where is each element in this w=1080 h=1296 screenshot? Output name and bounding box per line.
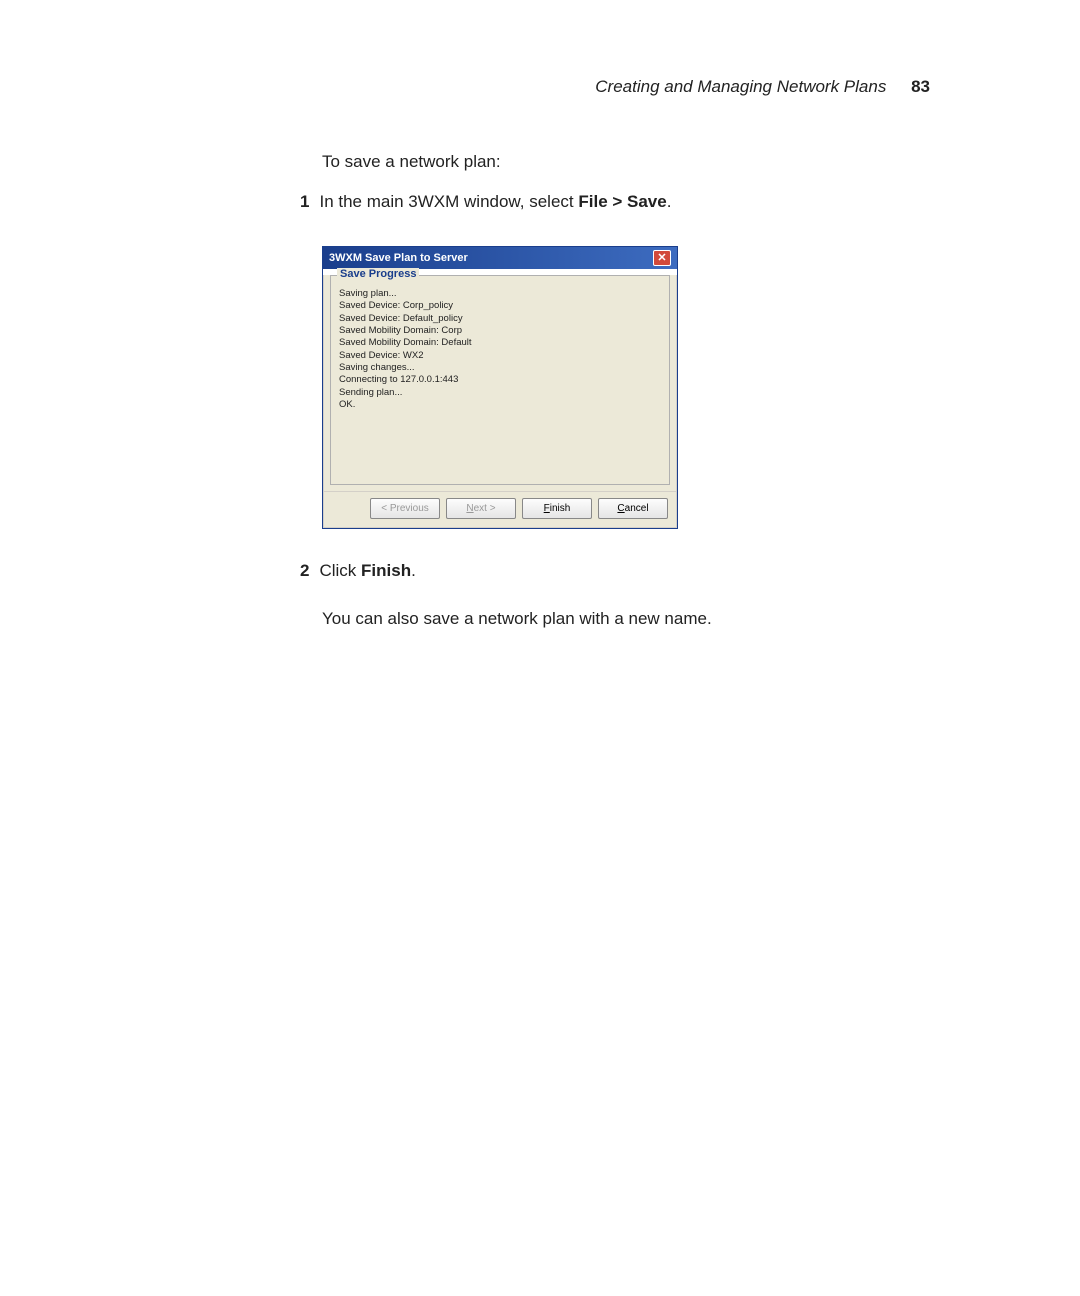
step-1: 1 In the main 3WXM window, select File >… [322,192,922,212]
log-line: Saved Mobility Domain: Default [339,337,661,349]
previous-button: < Previous [370,498,440,519]
save-plan-dialog: 3WXM Save Plan to Server ✕ Save Progress… [322,246,678,529]
followup-text: You can also save a network plan with a … [322,609,922,629]
log-line: Saved Mobility Domain: Corp [339,325,661,337]
progress-log: Saving plan... Saved Device: Corp_policy… [339,288,661,411]
dialog-body: Save Progress Saving plan... Saved Devic… [323,275,677,528]
log-line: Saving plan... [339,288,661,300]
step-2-suffix: . [411,561,416,580]
step-1-prefix: In the main 3WXM window, select [319,192,578,211]
intro-text: To save a network plan: [322,152,922,172]
step-2: 2 Click Finish. [322,561,922,581]
header-title: Creating and Managing Network Plans [595,77,886,96]
step-2-number: 2 [300,561,309,581]
log-line: Sending plan... [339,387,661,399]
step-2-text: Click Finish. [319,561,415,581]
step-1-bold: File > Save [578,192,666,211]
step-1-number: 1 [300,192,309,212]
dialog-title: 3WXM Save Plan to Server [329,252,468,264]
step-2-bold: Finish [361,561,411,580]
step-2-prefix: Click [319,561,361,580]
cancel-button[interactable]: Cancel [598,498,668,519]
save-progress-group: Save Progress Saving plan... Saved Devic… [330,275,670,485]
log-line: OK. [339,399,661,411]
dialog-title-bar: 3WXM Save Plan to Server ✕ [323,247,677,269]
page-number: 83 [911,77,930,96]
finish-button[interactable]: Finish [522,498,592,519]
step-1-suffix: . [667,192,672,211]
content-area: To save a network plan: 1 In the main 3W… [322,152,922,629]
close-icon: ✕ [657,253,666,264]
log-line: Saved Device: WX2 [339,350,661,362]
close-button[interactable]: ✕ [653,250,671,266]
log-line: Saved Device: Default_policy [339,313,661,325]
log-line: Saving changes... [339,362,661,374]
dialog-button-row: < Previous Next > Finish Cancel [324,491,676,527]
group-label: Save Progress [337,268,419,280]
log-line: Connecting to 127.0.0.1:443 [339,374,661,386]
next-button: Next > [446,498,516,519]
log-line: Saved Device: Corp_policy [339,300,661,312]
page-header: Creating and Managing Network Plans 83 [595,77,930,97]
step-1-text: In the main 3WXM window, select File > S… [319,192,671,212]
